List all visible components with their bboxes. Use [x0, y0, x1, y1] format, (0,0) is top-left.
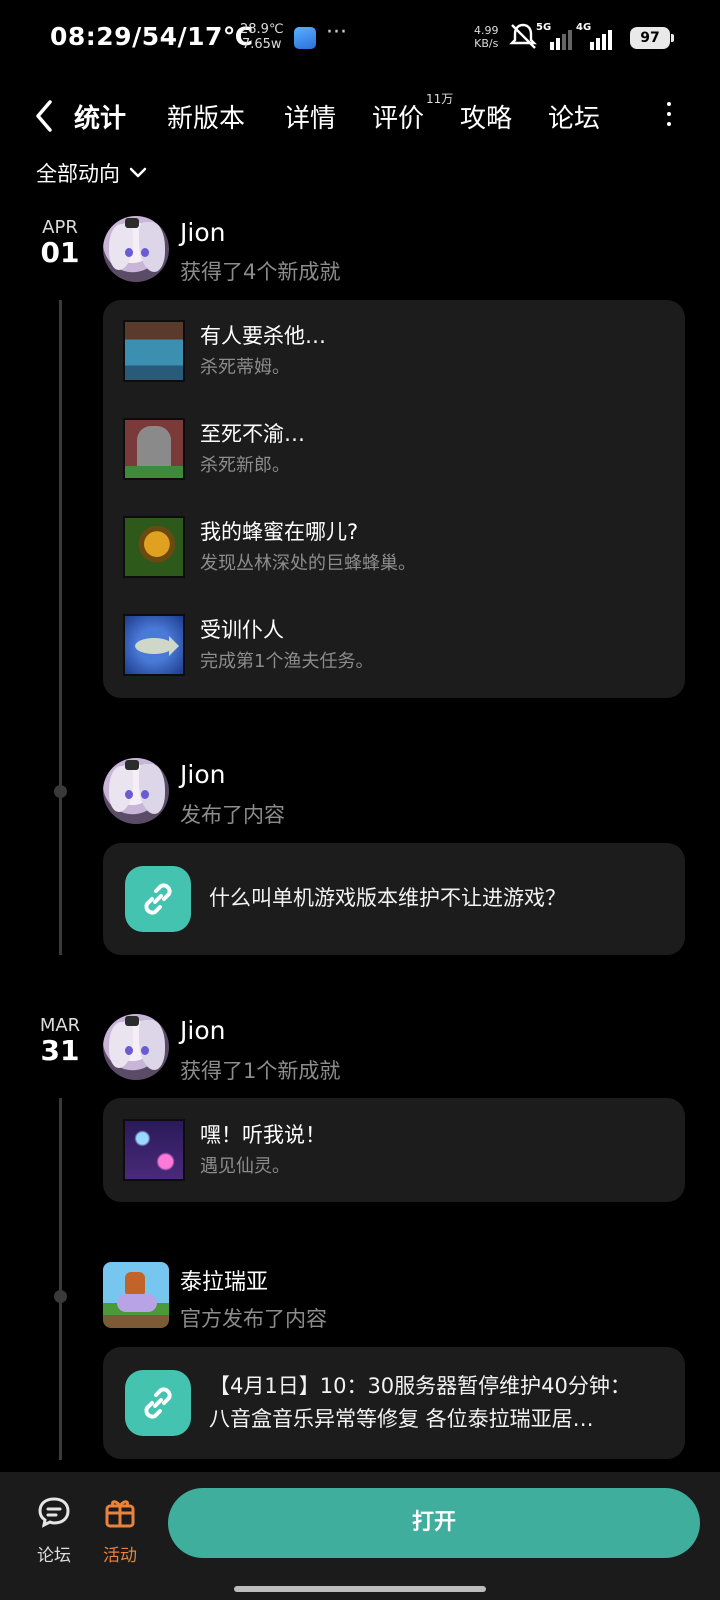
activity-filter-dropdown[interactable]: 全部动向 — [36, 158, 148, 188]
open-game-button[interactable]: 打开 — [168, 1488, 700, 1558]
signal-4g-icon: 4G — [576, 22, 612, 50]
avatar[interactable] — [103, 758, 169, 824]
achievement-title: 有人要杀他… — [200, 324, 326, 348]
gift-icon — [105, 1500, 135, 1528]
mute-bell-icon — [509, 23, 537, 49]
user-name[interactable]: Jion — [180, 218, 225, 247]
forum-label: 论坛 — [37, 1546, 71, 1566]
avatar[interactable] — [103, 216, 169, 282]
bottom-action-bar: 论坛 活动 打开 — [0, 1472, 720, 1600]
wizard-tim-icon — [123, 320, 185, 382]
status-temps: 28.9℃ 7.65w — [240, 22, 284, 52]
date-month: APR — [42, 217, 78, 238]
tab-reviews[interactable]: 评价 — [372, 98, 424, 135]
net-speed: 4.99 KB/s — [474, 24, 499, 50]
timeline-dot — [54, 785, 67, 798]
achievement-desc: 发现丛林深处的巨蜂蜂巢。 — [200, 553, 416, 574]
post-link-card[interactable]: 什么叫单机游戏版本维护不让进游戏？ — [103, 843, 685, 955]
tombstone-icon — [123, 418, 185, 480]
more-options-icon[interactable] — [664, 102, 674, 132]
post-title: 【4月1日】10：30服务器暂停维护40分钟： 八音盒音乐异常等修复 各位泰拉瑞… — [209, 1370, 631, 1436]
date-day: 31 — [40, 1034, 80, 1067]
date-label: APR 01 — [30, 217, 90, 269]
link-icon — [125, 1370, 191, 1436]
date-label: MAR 31 — [30, 1015, 90, 1067]
achievement-title: 我的蜂蜜在哪儿? — [200, 520, 359, 544]
game-avatar[interactable] — [103, 1262, 169, 1328]
achievement-title: 至死不渝… — [200, 422, 305, 446]
app-notification-icon — [294, 27, 316, 49]
post-title-line: 【4月1日】10：30服务器暂停维护40分钟： — [209, 1374, 631, 1398]
date-day: 01 — [40, 236, 80, 269]
tab-details[interactable]: 详情 — [284, 98, 336, 135]
tab-guides[interactable]: 攻略 — [460, 98, 512, 135]
tab-stats[interactable]: 统计 — [70, 98, 131, 137]
back-arrow-icon[interactable] — [30, 96, 60, 136]
timeline-line — [59, 1098, 62, 1460]
date-month: MAR — [39, 1015, 81, 1036]
activity-action: 获得了1个新成就 — [180, 1059, 341, 1083]
activity-action: 发布了内容 — [180, 803, 285, 827]
forum-chat-icon — [38, 1497, 70, 1528]
signal-5g-label: 5G — [536, 22, 552, 33]
timeline-dot — [54, 1290, 67, 1303]
fish-icon — [123, 614, 185, 676]
user-name[interactable]: Jion — [180, 760, 225, 789]
status-time: 08:29/54/17℃ — [50, 22, 254, 51]
post-link-card[interactable]: 【4月1日】10：30服务器暂停维护40分钟： 八音盒音乐异常等修复 各位泰拉瑞… — [103, 1347, 685, 1459]
chevron-down-icon — [129, 167, 147, 178]
achievement-desc: 杀死新郎。 — [200, 455, 290, 476]
achievement-title: 受训仆人 — [200, 618, 284, 642]
tab-forum[interactable]: 论坛 — [548, 98, 600, 135]
bee-hive-icon — [123, 516, 185, 578]
link-icon — [125, 866, 191, 932]
avatar[interactable] — [103, 1014, 169, 1080]
post-title: 什么叫单机游戏版本维护不让进游戏？ — [209, 886, 566, 910]
tab-new-version[interactable]: 新版本 — [167, 98, 245, 135]
temp-bottom: 7.65w — [241, 37, 282, 52]
signal-4g-label: 4G — [576, 22, 592, 33]
activity-action: 获得了4个新成就 — [180, 260, 341, 284]
timeline-line — [59, 300, 62, 955]
signal-5g-icon: 5G — [536, 22, 572, 50]
achievement-desc: 杀死蒂姆。 — [200, 357, 290, 378]
tab-stats-label: 统计 — [74, 104, 127, 134]
net-speed-value: 4.99 — [474, 24, 499, 37]
activity-action: 官方发布了内容 — [180, 1307, 327, 1331]
achievement-title: 嘿！听我说！ — [200, 1123, 326, 1147]
user-name[interactable]: 泰拉瑞亚 — [180, 1264, 268, 1296]
battery-icon: 97 — [630, 27, 674, 49]
events-button[interactable]: 活动 — [90, 1494, 150, 1566]
achievements-card: 有人要杀他… 杀死蒂姆。 至死不渝… 杀死新郎。 我的蜂蜜在哪儿? 发现丛林深处… — [103, 300, 685, 698]
achievements-card: 嘿！听我说！ 遇见仙灵。 — [103, 1098, 685, 1202]
reviews-count-badge: 11万 — [426, 92, 454, 106]
fairy-sparkle-icon — [123, 1119, 185, 1181]
top-nav: 统计 新版本 详情 评价 11万 攻略 论坛 — [0, 88, 720, 148]
temp-top: 28.9℃ — [240, 22, 284, 37]
filter-label: 全部动向 — [36, 162, 120, 186]
home-indicator[interactable] — [234, 1586, 486, 1592]
user-name[interactable]: Jion — [180, 1016, 225, 1045]
events-label: 活动 — [103, 1546, 137, 1566]
achievement-desc: 完成第1个渔夫任务。 — [200, 651, 374, 672]
status-bar: 08:29/54/17℃ 28.9℃ 7.65w ··· 4.99 KB/s 5… — [0, 0, 720, 78]
achievement-desc: 遇见仙灵。 — [200, 1156, 290, 1177]
post-title-line: 八音盒音乐异常等修复 各位泰拉瑞亚居… — [209, 1407, 594, 1431]
forum-button[interactable]: 论坛 — [24, 1494, 84, 1566]
more-notifications-icon: ··· — [326, 20, 347, 45]
net-speed-unit: KB/s — [474, 37, 499, 50]
